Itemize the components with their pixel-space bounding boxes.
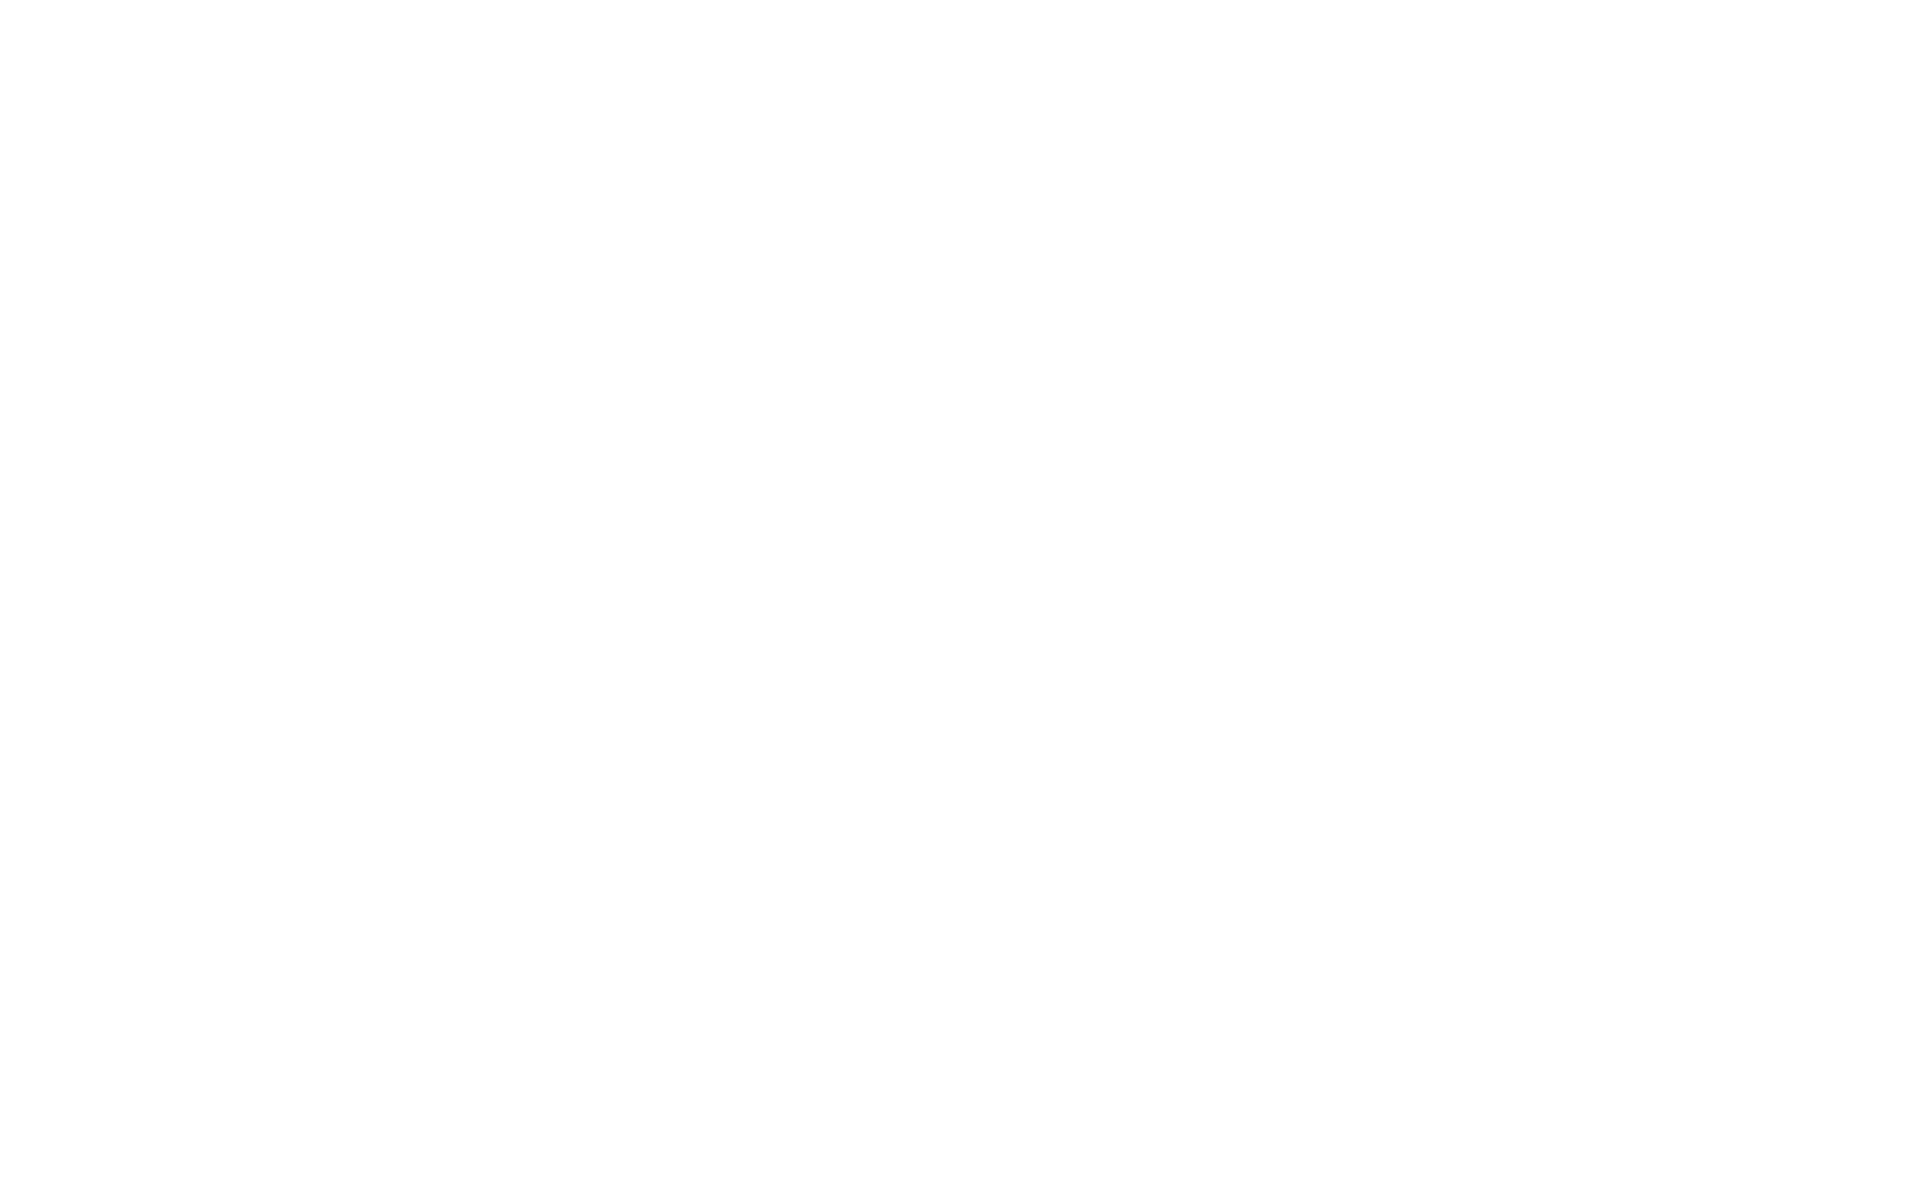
org-chart: [0, 0, 1928, 1191]
connector-lines: [0, 0, 1928, 1191]
